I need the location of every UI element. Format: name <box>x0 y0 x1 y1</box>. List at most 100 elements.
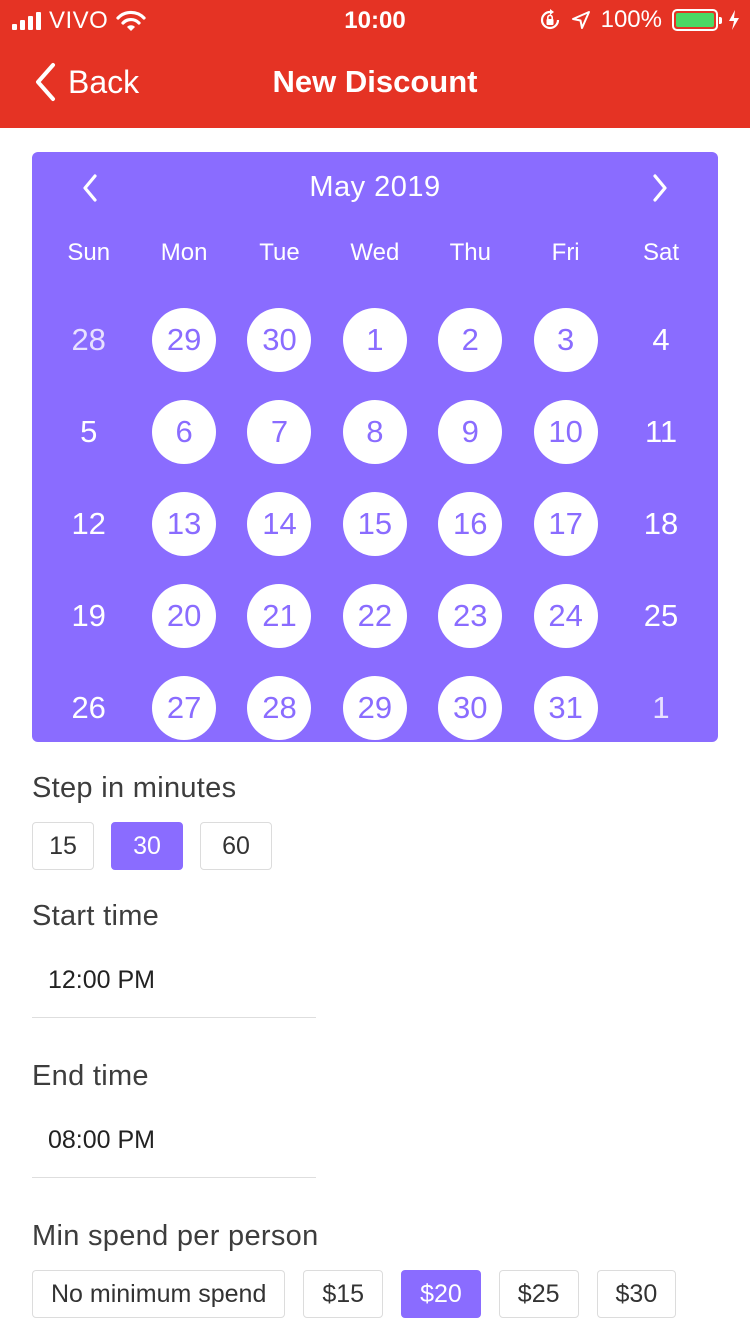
calendar-day-number: 3 <box>533 308 598 372</box>
status-right: 100% <box>539 6 740 34</box>
calendar-day[interactable]: 20 <box>136 570 231 662</box>
calendar-day-number: 4 <box>652 322 670 357</box>
step-option-30[interactable]: 30 <box>111 822 183 870</box>
calendar-day[interactable]: 30 <box>232 294 327 386</box>
calendar-day-number: 7 <box>247 400 312 464</box>
start-time-label: Start time <box>32 900 160 932</box>
calendar-days-grid: 28 29 30 1 2 3 4 5 6 7 8 9 10 11 12 13 14 15 16 17 18 19 20 21 2… <box>41 294 709 754</box>
calendar-day-number: 27 <box>152 676 217 740</box>
calendar-day[interactable]: 27 <box>136 662 231 754</box>
calendar-day-number: 2 <box>438 308 503 372</box>
calendar-day[interactable]: 29 <box>327 662 422 754</box>
weekday-label: Mon <box>160 239 208 266</box>
calendar-day-number: 28 <box>71 322 106 357</box>
nav-bar: Back New Discount <box>0 40 750 128</box>
calendar-day-number: 19 <box>71 598 106 633</box>
step-label: Step in minutes <box>32 772 237 804</box>
min-spend-label: Min spend per person <box>32 1220 319 1252</box>
chevron-right-icon <box>653 174 667 202</box>
next-month-button[interactable] <box>640 172 680 204</box>
calendar-day-number: 26 <box>71 690 106 725</box>
calendar-day[interactable]: 29 <box>136 294 231 386</box>
calendar-day[interactable]: 23 <box>423 570 518 662</box>
calendar-day[interactable]: 21 <box>232 570 327 662</box>
calendar-day[interactable]: 11 <box>613 386 708 478</box>
calendar-day[interactable]: 19 <box>41 570 136 662</box>
calendar-day[interactable]: 24 <box>518 570 613 662</box>
end-time-field[interactable]: 08:00 PM <box>32 1116 316 1178</box>
calendar-day[interactable]: 3 <box>518 294 613 386</box>
weekday-header: Sun Mon Tue Wed Thu Fri Sat <box>41 239 709 267</box>
calendar-day-number: 15 <box>342 492 407 556</box>
calendar-day[interactable]: 8 <box>327 386 422 478</box>
calendar-day-number: 11 <box>644 414 678 449</box>
calendar-day-number: 1 <box>652 690 670 725</box>
page-title: New Discount <box>272 64 478 99</box>
calendar-day[interactable]: 13 <box>136 478 231 570</box>
weekday-label: Sun <box>67 239 111 266</box>
calendar-day[interactable]: 31 <box>518 662 613 754</box>
calendar-day-number: 31 <box>533 676 598 740</box>
calendar-day[interactable]: 16 <box>423 478 518 570</box>
min-spend-option[interactable]: No minimum spend <box>32 1270 286 1318</box>
date-calendar: May 2019 Sun Mon Tue Wed Thu Fri Sat 28 29 30 1 2 3… <box>32 152 718 742</box>
calendar-day[interactable]: 7 <box>232 386 327 478</box>
min-spend-option[interactable]: $15 <box>303 1270 384 1318</box>
step-options: 15 30 60 <box>32 822 272 870</box>
calendar-day-number: 25 <box>643 598 679 633</box>
battery-fill <box>676 13 714 27</box>
location-arrow-icon <box>571 11 590 29</box>
min-spend-options: No minimum spend $15 $20 $25 $30 <box>32 1270 750 1318</box>
calendar-day-number: 28 <box>247 676 312 740</box>
weekday-label: Tue <box>259 239 300 266</box>
min-spend-option[interactable]: $30 <box>596 1270 677 1318</box>
calendar-day[interactable]: 1 <box>327 294 422 386</box>
calendar-day-number: 5 <box>80 414 98 449</box>
weekday-label: Thu <box>449 239 491 266</box>
calendar-day[interactable]: 10 <box>518 386 613 478</box>
calendar-day[interactable]: 12 <box>41 478 136 570</box>
start-time-field[interactable]: 12:00 PM <box>32 956 316 1018</box>
calendar-day-number: 18 <box>643 506 679 541</box>
charging-bolt-icon <box>729 10 739 30</box>
calendar-day[interactable]: 9 <box>423 386 518 478</box>
orientation-lock-icon <box>540 9 559 30</box>
calendar-day[interactable]: 30 <box>423 662 518 754</box>
calendar-day[interactable]: 17 <box>518 478 613 570</box>
calendar-day-number: 30 <box>247 308 312 372</box>
weekday-label: Fri <box>551 239 580 266</box>
calendar-day-number: 29 <box>152 308 217 372</box>
calendar-day-number: 29 <box>342 676 407 740</box>
calendar-day-number: 21 <box>247 584 312 648</box>
status-bar: VIVO 10:00 100% <box>0 0 750 40</box>
battery-icon <box>672 9 722 31</box>
calendar-day[interactable]: 18 <box>613 478 708 570</box>
calendar-day-number: 6 <box>152 400 217 464</box>
calendar-day[interactable]: 28 <box>41 294 136 386</box>
calendar-day-number: 14 <box>247 492 312 556</box>
calendar-day[interactable]: 1 <box>613 662 708 754</box>
calendar-day[interactable]: 22 <box>327 570 422 662</box>
calendar-day-number: 20 <box>152 584 217 648</box>
calendar-day[interactable]: 25 <box>613 570 708 662</box>
calendar-day[interactable]: 14 <box>232 478 327 570</box>
calendar-day[interactable]: 2 <box>423 294 518 386</box>
calendar-day[interactable]: 15 <box>327 478 422 570</box>
weekday-label: Sat <box>643 239 680 266</box>
calendar-day[interactable]: 5 <box>41 386 136 478</box>
calendar-day[interactable]: 28 <box>232 662 327 754</box>
end-time-label: End time <box>32 1060 149 1092</box>
calendar-header: May 2019 <box>32 152 718 224</box>
calendar-day[interactable]: 4 <box>613 294 708 386</box>
app-header: VIVO 10:00 100% Back New Discount <box>0 0 750 128</box>
calendar-day-number: 12 <box>71 506 106 541</box>
calendar-day-number: 10 <box>533 400 598 464</box>
min-spend-option[interactable]: $20 <box>401 1270 481 1318</box>
step-option-15[interactable]: 15 <box>32 822 94 870</box>
calendar-day[interactable]: 26 <box>41 662 136 754</box>
battery-percent: 100% <box>600 6 662 33</box>
calendar-day[interactable]: 6 <box>136 386 231 478</box>
step-option-60[interactable]: 60 <box>200 822 272 870</box>
min-spend-option[interactable]: $25 <box>498 1270 579 1318</box>
calendar-day-number: 16 <box>438 492 503 556</box>
